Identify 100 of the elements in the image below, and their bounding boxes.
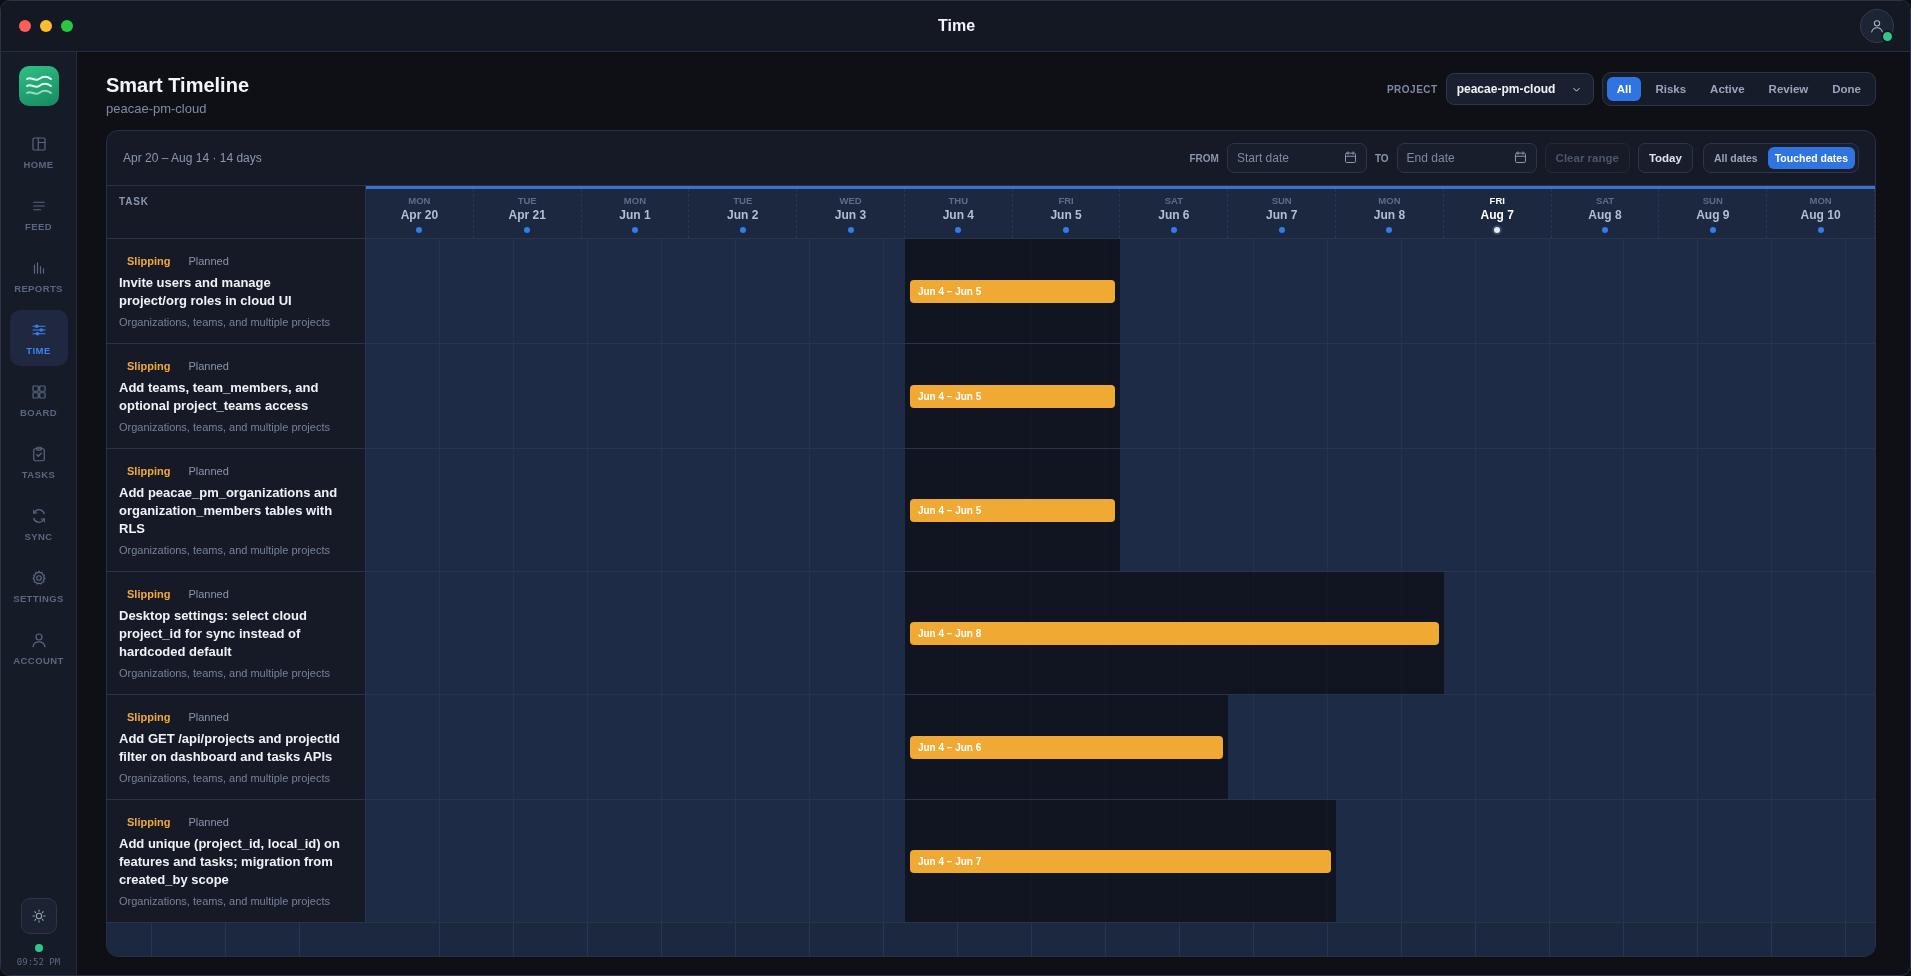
nav-item[interactable]: SYNC <box>9 496 68 552</box>
day-dot <box>416 226 423 233</box>
grid-icon <box>29 382 48 401</box>
task-title: Add teams, team_members, and optional project_teams access <box>119 379 320 415</box>
app-logo <box>18 66 59 106</box>
phase-label: Planned <box>188 360 229 372</box>
date-label: Jun 3 <box>834 207 867 222</box>
nav-item[interactable]: REPORTS <box>9 248 68 304</box>
filter-tab[interactable]: Active <box>1700 77 1755 101</box>
status-label: Slipping <box>127 588 171 600</box>
date-label: Apr 20 <box>400 207 439 222</box>
weekday-label: THU <box>948 194 969 206</box>
weekday-label: TUE <box>733 194 753 206</box>
nav-item[interactable]: TASKS <box>9 434 68 490</box>
day-dot <box>1063 226 1070 233</box>
task-bar[interactable]: Jun 4 – Jun 8 <box>909 621 1439 645</box>
nav-item[interactable]: SETTINGS <box>9 558 68 614</box>
window-control[interactable] <box>19 20 31 32</box>
weekday-label: TUE <box>517 194 537 206</box>
date-label: Aug 10 <box>1800 207 1841 222</box>
page-subtitle: peacae-pm-cloud <box>106 101 208 116</box>
status-label: Slipping <box>127 360 171 372</box>
weekday-label: MON <box>408 194 431 206</box>
date-mode-tab[interactable]: All dates <box>1706 147 1765 169</box>
task-title: Add GET /api/projects and projectId filter on dashboard and tasks APIs <box>119 730 341 766</box>
date-mode-tab[interactable]: Touched dates <box>1767 147 1855 169</box>
end-date-field[interactable]: End date <box>1396 143 1537 173</box>
weekday-label: SUN <box>1271 194 1292 206</box>
nav-item[interactable]: TIME <box>9 310 68 366</box>
status-label: Slipping <box>127 711 171 723</box>
task-title: Add unique (project_id, local_id) on features and tasks; migration from created_by scope <box>119 835 341 889</box>
user-icon <box>1869 18 1885 34</box>
column-header: TASK <box>107 186 366 238</box>
task-title: Invite users and manage project/org roles in cloud UI <box>119 274 293 310</box>
start-date-field[interactable]: Start date <box>1226 143 1367 173</box>
settings-icon <box>29 568 48 587</box>
day-dot <box>955 226 962 233</box>
weekday-label: MON <box>623 194 647 206</box>
date-label: Jun 1 <box>619 207 651 222</box>
task-bar[interactable]: Jun 4 – Jun 5 <box>909 279 1116 303</box>
day-dot <box>1278 226 1285 233</box>
task-bar[interactable]: Jun 4 – Jun 5 <box>909 498 1116 522</box>
weekday-label: FRI <box>1058 194 1074 206</box>
day-dot <box>1709 226 1716 233</box>
day-dot <box>524 226 531 233</box>
weekday-label: MON <box>1809 194 1832 206</box>
theme-button[interactable] <box>20 898 57 934</box>
filter-tab[interactable]: Risks <box>1645 77 1697 101</box>
date-label: Apr 21 <box>508 207 546 222</box>
today-button[interactable]: Today <box>1637 143 1693 173</box>
online-dot <box>1881 30 1894 43</box>
weekday-label: SAT <box>1164 194 1184 206</box>
window-control[interactable] <box>61 20 73 32</box>
filter-tab[interactable]: Done <box>1822 77 1871 101</box>
layout-icon <box>29 134 48 153</box>
status-label: Slipping <box>127 465 171 477</box>
phase-label: Planned <box>188 588 229 600</box>
nav-item[interactable]: FEED <box>9 186 68 242</box>
weekday-label: SAT <box>1595 194 1615 206</box>
avatar-button[interactable] <box>1860 9 1894 43</box>
task-bar[interactable]: Jun 4 – Jun 6 <box>909 735 1224 759</box>
day-dot <box>1170 226 1177 233</box>
day-dot <box>1386 226 1393 233</box>
date-label: Aug 8 <box>1588 207 1622 222</box>
date-label: Jun 7 <box>1266 207 1298 222</box>
weekday-label: MON <box>1378 194 1401 206</box>
task-subtitle: Organizations, teams, and multiple projects <box>119 544 331 556</box>
window-title: Time <box>936 17 977 35</box>
task-subtitle: Organizations, teams, and multiple projects <box>119 772 331 784</box>
nav-item[interactable]: BOARD <box>9 372 68 428</box>
phase-label: Planned <box>188 465 229 477</box>
calendar-icon <box>1512 150 1528 165</box>
date-label: Aug 9 <box>1696 207 1730 222</box>
weekday-label: SUN <box>1702 194 1723 206</box>
day-dot <box>1817 226 1824 233</box>
day-dot <box>631 226 638 233</box>
date-label: Jun 2 <box>727 207 759 222</box>
date-label: Jun 4 <box>942 207 974 222</box>
day-dot <box>1494 226 1501 233</box>
clock-text: 09:52 PM <box>16 957 61 967</box>
calendar-icon <box>1342 150 1358 165</box>
status-dot <box>34 944 43 952</box>
user-icon <box>29 630 48 649</box>
weekday-label: FRI <box>1489 194 1505 206</box>
sun-icon <box>30 908 47 924</box>
date-label: Aug 7 <box>1480 207 1514 222</box>
status-label: Slipping <box>127 816 171 828</box>
window-control[interactable] <box>40 20 52 32</box>
project-select[interactable]: peacae-pm-cloud <box>1445 73 1594 105</box>
task-bar[interactable]: Jun 4 – Jun 7 <box>909 849 1332 873</box>
task-bar[interactable]: Jun 4 – Jun 5 <box>909 384 1116 408</box>
filter-tab[interactable]: Review <box>1758 77 1819 101</box>
page-title: Smart Timeline <box>106 74 250 97</box>
to-label: TO <box>1374 152 1389 164</box>
nav-item[interactable]: HOME <box>9 124 68 180</box>
weekday-label: WED <box>839 194 862 206</box>
filter-tab[interactable]: All <box>1606 77 1642 101</box>
nav-item[interactable]: ACCOUNT <box>9 620 68 676</box>
phase-label: Planned <box>188 711 229 723</box>
status-label: Slipping <box>127 255 171 267</box>
